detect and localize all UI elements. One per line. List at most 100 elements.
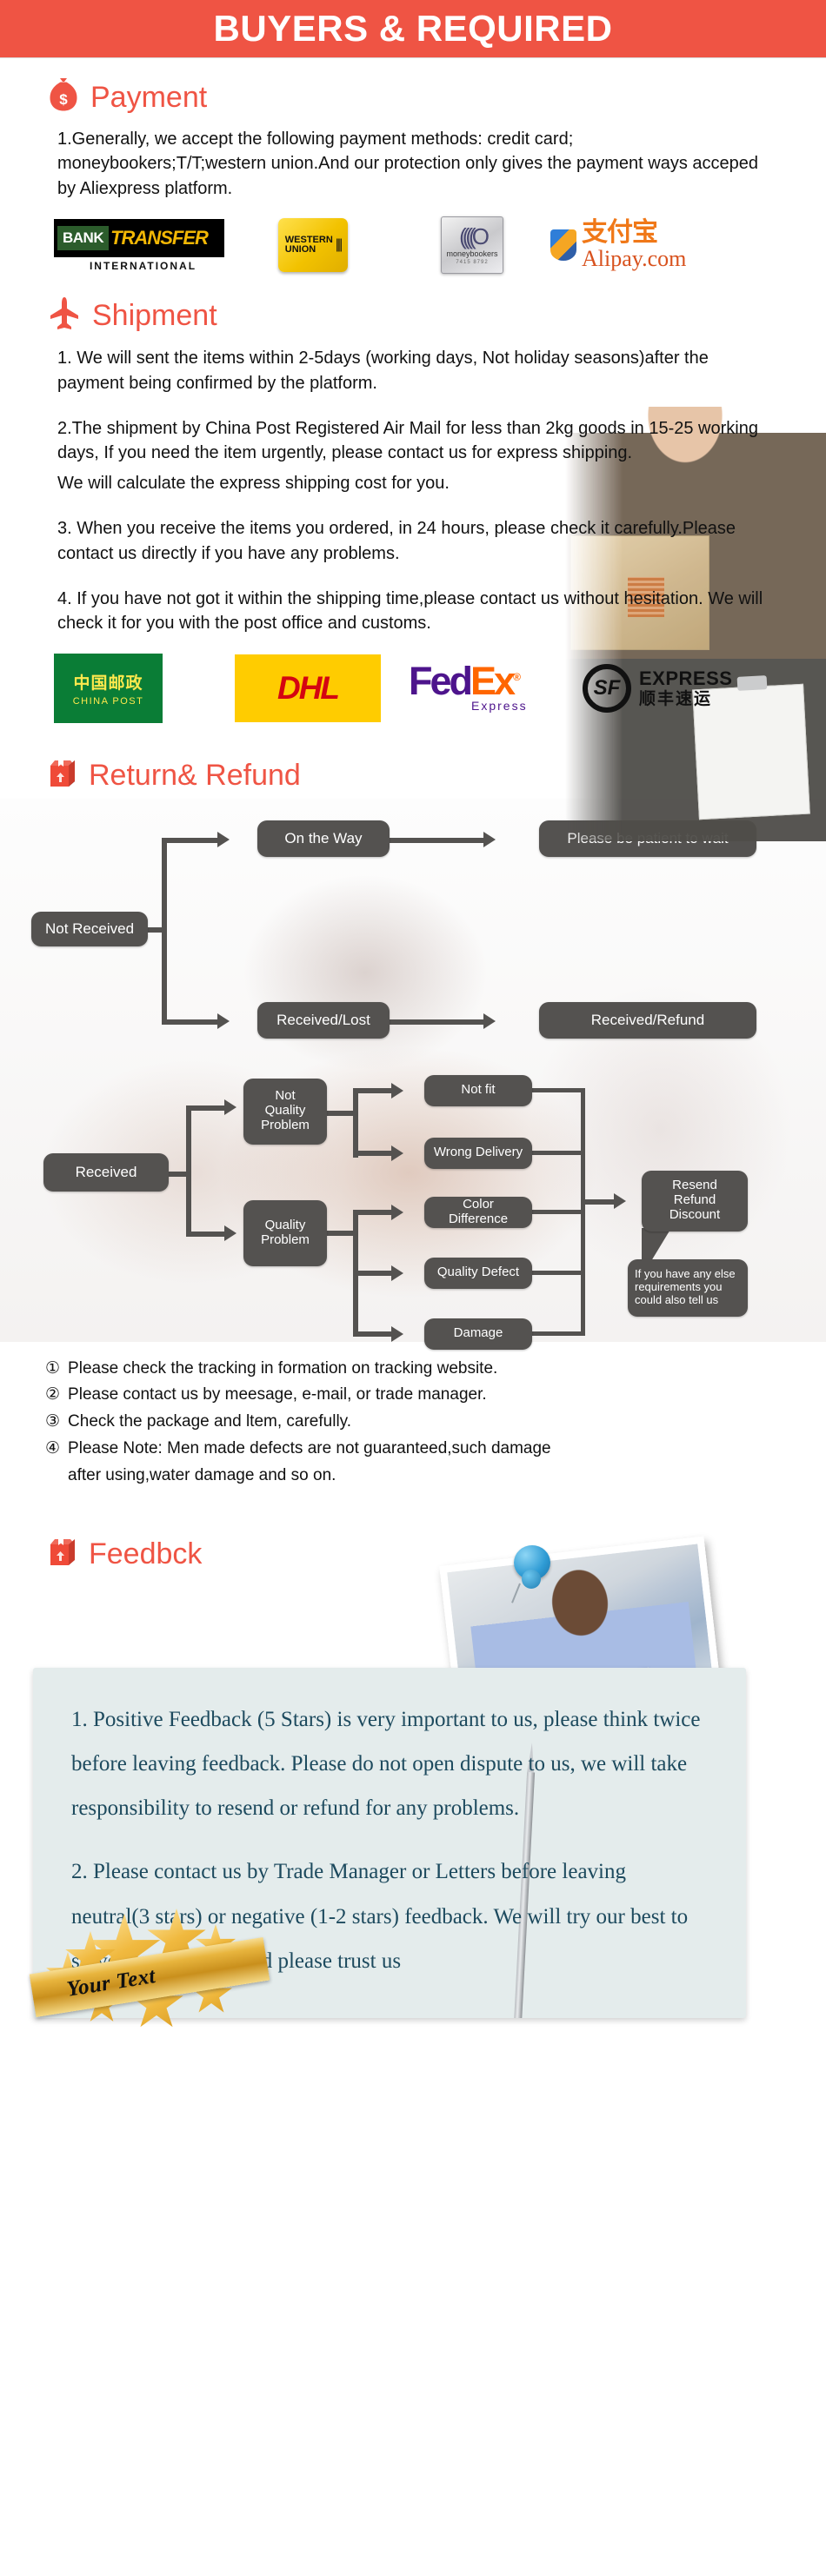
flow-node-label: Received/Refund bbox=[590, 1012, 705, 1029]
flow-node-color-difference[interactable]: Color Difference bbox=[424, 1196, 532, 1228]
flow-node-label: Quality Defect bbox=[436, 1265, 520, 1280]
flow-line bbox=[186, 1105, 224, 1111]
flow-node-label: Not Quality Problem bbox=[261, 1088, 310, 1133]
flow-line bbox=[353, 1270, 391, 1276]
shipment-paragraph-2b: We will calculate the express shipping c… bbox=[57, 473, 450, 493]
moneybookers-logo: ((((O moneybookers 7415 8792 bbox=[394, 216, 550, 275]
return-refund-notes: ① Please check the tracking in formation … bbox=[0, 1342, 826, 1490]
flow-node-on-the-way[interactable]: On the Way bbox=[257, 820, 390, 857]
feedback-section: Feedbck Feedback 1. Positive Feedback (5… bbox=[0, 1536, 826, 2028]
section-header-shipment: Shipment bbox=[0, 296, 826, 334]
flow-line bbox=[162, 840, 167, 1025]
flow-arrow-icon bbox=[224, 1225, 236, 1241]
bank-transfer-line1: BANK bbox=[57, 225, 110, 250]
flow-line bbox=[530, 1270, 584, 1275]
alipay-shield-icon bbox=[550, 229, 576, 262]
alipay-line1: 支付宝 bbox=[582, 218, 658, 248]
flow-node-received-refund[interactable]: Received/Refund bbox=[539, 1001, 756, 1039]
flow-node-label: Not Received bbox=[44, 920, 135, 938]
sf-express-line1: SF bbox=[583, 663, 631, 713]
flow-node-label: Color Difference bbox=[448, 1196, 509, 1226]
fedex-registered-icon: ® bbox=[513, 671, 521, 684]
flow-arrow-icon bbox=[391, 1204, 403, 1220]
note-text-continued: after using,water damage and so on. bbox=[68, 1465, 336, 1484]
flow-node-not-fit[interactable]: Not fit bbox=[424, 1074, 532, 1106]
flow-node-label: Received/Lost bbox=[276, 1012, 370, 1029]
note-text: Please Note: Men made defects are not gu… bbox=[68, 1438, 551, 1457]
ribbon-label: Your Text bbox=[64, 1964, 157, 2002]
flow-node-quality-defect[interactable]: Quality Defect bbox=[424, 1257, 532, 1289]
western-union-line2: UNION bbox=[284, 244, 316, 256]
sf-express-line3: 顺丰速运 bbox=[639, 689, 713, 708]
note-text: Please check the tracking in formation o… bbox=[68, 1358, 498, 1378]
money-bag-icon: $ bbox=[49, 77, 78, 116]
flow-line bbox=[581, 1087, 585, 1336]
note-item: ③ Check the package and ltem, carefully. bbox=[45, 1409, 774, 1436]
svg-text:$: $ bbox=[59, 91, 68, 108]
western-union-bars-icon: ||| bbox=[335, 237, 343, 253]
flow-line bbox=[186, 1107, 191, 1237]
flow-arrow-icon bbox=[217, 831, 230, 847]
flow-line bbox=[530, 1087, 584, 1092]
section-title-return-refund: Return& Refund bbox=[89, 759, 301, 793]
flow-node-label: Damage bbox=[453, 1325, 503, 1341]
flow-node-resend-refund-discount[interactable]: Resend Refund Discount bbox=[642, 1170, 748, 1232]
flow-node-label: Received bbox=[75, 1164, 137, 1181]
china-post-line2: CHINA POST bbox=[72, 695, 144, 707]
flow-line bbox=[186, 1231, 224, 1237]
section-header-payment: $ Payment bbox=[0, 77, 826, 116]
fedex-logo: FedEx® Express bbox=[409, 661, 583, 713]
shipment-logo-row: 中国邮政 CHINA POST DHL FedEx® Express SF EX… bbox=[0, 653, 826, 723]
flow-node-else-requirements[interactable]: If you have any else requirements you co… bbox=[628, 1258, 748, 1317]
western-union-logo: WESTERN UNION ||| bbox=[232, 218, 394, 273]
flow-arrow-icon bbox=[217, 1012, 230, 1029]
note-item: ① Please check the tracking in formation … bbox=[45, 1356, 774, 1383]
section-title-feedback: Feedbck bbox=[89, 1537, 203, 1571]
alipay-line2: Alipay.com bbox=[582, 246, 687, 272]
airplane-icon bbox=[49, 296, 80, 334]
flow-arrow-icon bbox=[391, 1082, 403, 1099]
flow-line bbox=[353, 1209, 391, 1215]
china-post-logo: 中国邮政 CHINA POST bbox=[54, 653, 235, 723]
flow-node-label: Resend Refund Discount bbox=[669, 1178, 721, 1223]
flow-node-received-lost[interactable]: Received/Lost bbox=[257, 1001, 390, 1039]
flow-node-quality-problem[interactable]: Quality Problem bbox=[243, 1199, 327, 1266]
flow-arrow-icon bbox=[224, 1099, 236, 1115]
sf-express-line2: EXPRESS bbox=[639, 667, 733, 689]
flow-node-label: Wrong Delivery bbox=[433, 1145, 523, 1160]
bank-transfer-line2: TRANSFER bbox=[110, 226, 209, 249]
fedex-line2: Ex bbox=[470, 659, 516, 704]
flow-line bbox=[390, 1019, 483, 1025]
payment-body: 1.Generally, we accept the following pay… bbox=[0, 127, 826, 201]
flow-node-not-received[interactable]: Not Received bbox=[31, 911, 148, 946]
flow-node-label: On the Way bbox=[284, 830, 363, 847]
moneybookers-line2: 7415 8792 bbox=[456, 260, 489, 266]
note-item: ④ Please Note: Men made defects are not g… bbox=[45, 1436, 774, 1463]
flow-arrow-icon bbox=[391, 1145, 403, 1161]
page-title: BUYERS & REQUIRED bbox=[213, 8, 613, 49]
page-header: BUYERS & REQUIRED bbox=[0, 0, 826, 58]
flow-node-not-quality-problem[interactable]: Not Quality Problem bbox=[243, 1078, 327, 1145]
flow-node-received[interactable]: Received bbox=[43, 1152, 169, 1192]
fedex-line1: Fed bbox=[409, 659, 473, 704]
flow-node-label: Quality Problem bbox=[261, 1217, 310, 1247]
note-text: Please contact us by meesage, e-mail, or… bbox=[68, 1385, 487, 1404]
flow-node-wrong-delivery[interactable]: Wrong Delivery bbox=[424, 1137, 532, 1169]
note-item: ② Please contact us by meesage, e-mail, o… bbox=[45, 1382, 774, 1409]
payment-logo-row: BANK TRANSFER INTERNATIONAL WESTERN UNIO… bbox=[0, 216, 826, 275]
moneybookers-line1: moneybookers bbox=[446, 249, 498, 259]
dhl-logo: DHL bbox=[235, 654, 409, 722]
flow-line bbox=[353, 1087, 391, 1093]
flow-arrow-icon bbox=[614, 1192, 626, 1209]
moneybookers-arcs-icon: ((((O bbox=[459, 223, 490, 250]
flow-node-damage[interactable]: Damage bbox=[424, 1318, 532, 1350]
flow-arrow-icon bbox=[391, 1265, 403, 1281]
flow-line bbox=[353, 1150, 391, 1156]
alipay-logo: 支付宝 Alipay.com bbox=[550, 220, 686, 270]
return-refund-flowchart: Not Received On the Way Please be patien… bbox=[0, 798, 826, 1350]
flow-line bbox=[390, 837, 483, 843]
flow-node-label: Not fit bbox=[461, 1082, 496, 1098]
flow-node-label: If you have any else requirements you co… bbox=[635, 1267, 736, 1307]
china-post-line1: 中国邮政 bbox=[73, 674, 143, 693]
shipment-paragraph-2: 2.The shipment by China Post Registered … bbox=[57, 418, 758, 463]
